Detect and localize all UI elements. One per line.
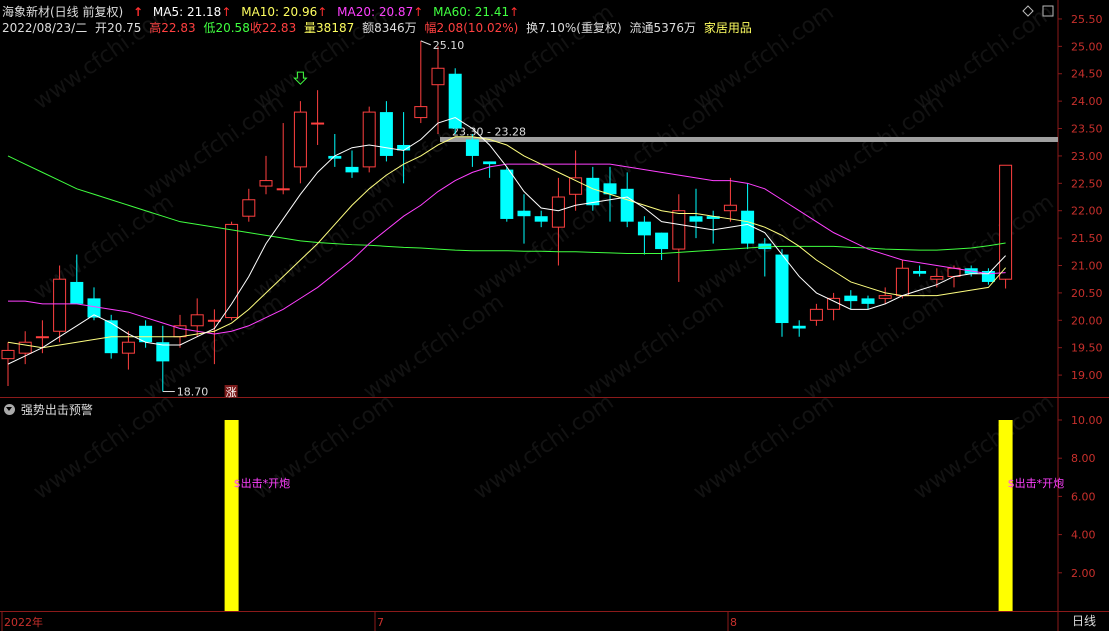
candle-body — [895, 267, 909, 297]
watermark-text: www.cfchi.com — [359, 290, 508, 405]
price-tick-label: 25.50 — [1071, 13, 1103, 26]
tab-daily[interactable]: 日线 — [1059, 612, 1109, 631]
candle-body — [878, 295, 892, 299]
price-tick-label: 19.50 — [1071, 342, 1103, 355]
candle-body — [311, 122, 325, 125]
indicator-tick-label: 10.00 — [1071, 414, 1103, 427]
candle-body — [586, 177, 600, 206]
indicator-name: 强势出击预警 — [20, 403, 93, 417]
signal-bar — [998, 420, 1013, 611]
candle-body — [809, 308, 823, 321]
candle-body — [844, 295, 858, 302]
candle-body — [414, 106, 428, 119]
indicator-tick-label: 6.00 — [1071, 490, 1096, 503]
candle-body — [1, 349, 15, 360]
price-tick-label: 23.50 — [1071, 123, 1103, 136]
indicator-tick-label: 4.00 — [1071, 529, 1096, 542]
candle-body — [53, 278, 67, 332]
time-tick-label: 7 — [377, 616, 384, 629]
candle-body — [861, 298, 875, 304]
candle-body — [362, 111, 376, 168]
watermark-layer: www.cfchi.com www.cfchi.com www.cfchi.com w… — [29, 0, 1058, 505]
candle-body — [190, 314, 204, 327]
min-price-label: 18.70 — [177, 386, 209, 399]
signal-bar — [224, 420, 239, 611]
price-tick-label: 24.00 — [1071, 95, 1103, 108]
price-tick-label: 20.50 — [1071, 287, 1103, 300]
watermark-text: www.cfchi.com — [469, 390, 618, 505]
price-range-band — [440, 136, 1058, 142]
candle-body — [207, 319, 221, 322]
candle-body — [70, 281, 84, 304]
signal-text: $出击*开炮 — [234, 476, 291, 490]
price-tick-label: 21.00 — [1071, 260, 1103, 273]
candle-body — [276, 188, 290, 191]
indicator-tick-label: 2.00 — [1071, 567, 1096, 580]
candle-body — [620, 188, 634, 222]
candle-body — [672, 210, 686, 250]
candle-body — [465, 139, 479, 156]
candle-body — [637, 221, 651, 236]
watermark-text: www.cfchi.com — [29, 0, 178, 115]
candle-body — [534, 216, 548, 222]
candle-body — [827, 297, 841, 310]
candle-body — [293, 111, 307, 168]
candle-body — [431, 67, 445, 86]
max-pointer — [420, 40, 431, 46]
candle-body — [517, 210, 531, 217]
price-tick-label: 21.50 — [1071, 232, 1103, 245]
price-tick-label: 22.50 — [1071, 177, 1103, 190]
collapse-circle-icon[interactable] — [4, 404, 15, 415]
price-tick-label: 19.00 — [1071, 369, 1103, 382]
price-tick-label: 22.00 — [1071, 205, 1103, 218]
candle-body — [913, 270, 927, 274]
price-tick-label: 20.00 — [1071, 314, 1103, 327]
candle-body — [259, 180, 273, 187]
candle-body — [775, 254, 789, 324]
candle-body — [723, 204, 737, 212]
candle-body — [500, 169, 514, 219]
candle-body — [379, 112, 393, 156]
candle-body — [121, 341, 135, 354]
watermark-text: www.cfchi.com — [689, 390, 838, 505]
indicator-title[interactable]: 强势出击预警 — [4, 401, 93, 418]
candle-body — [792, 325, 806, 329]
candle-body — [345, 166, 359, 173]
limit-up-badge-text: 涨 — [226, 386, 237, 399]
signal-text: $出击*开炮 — [1008, 476, 1065, 490]
candle-body — [655, 232, 669, 250]
candlestick-chart[interactable]: www.cfchi.com www.cfchi.com www.cfchi.com w… — [0, 0, 1109, 631]
price-tick-label: 23.00 — [1071, 150, 1103, 163]
stock-chart-window: 海象新材(日线 前复权) ↑ MA5: 21.18↑ MA10: 20.96↑ … — [0, 0, 1109, 631]
price-tick-label: 24.50 — [1071, 68, 1103, 81]
candle-body — [689, 216, 703, 222]
watermark-text: www.cfchi.com — [469, 190, 618, 305]
candle-body — [999, 164, 1013, 280]
watermark-text: www.cfchi.com — [579, 90, 728, 205]
candle-body — [242, 199, 256, 217]
watermark-text: www.cfchi.com — [29, 190, 178, 305]
indicator-tick-label: 8.00 — [1071, 452, 1096, 465]
candle-body — [930, 275, 944, 280]
candle-body — [551, 196, 565, 228]
time-tick-label: 8 — [730, 616, 737, 629]
candle-body — [35, 336, 49, 339]
candle-body — [741, 210, 755, 244]
watermark-text: www.cfchi.com — [579, 290, 728, 405]
candle-body — [483, 161, 497, 165]
price-tick-label: 25.00 — [1071, 40, 1103, 53]
candle-body — [947, 267, 961, 277]
max-price-label: 25.10 — [433, 39, 465, 52]
watermark-text: www.cfchi.com — [799, 90, 948, 205]
time-tick-label: 2022年 — [4, 615, 43, 629]
